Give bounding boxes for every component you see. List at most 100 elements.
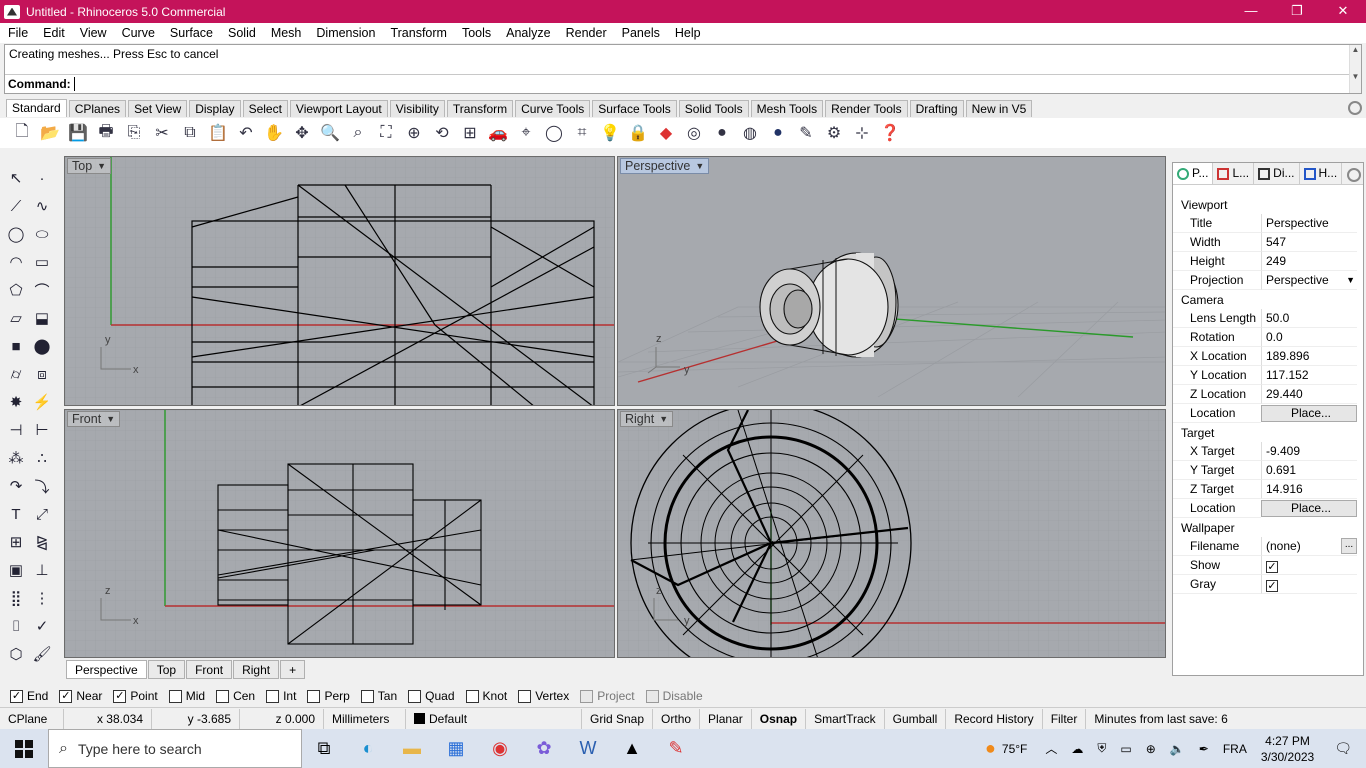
panel-gear-icon[interactable] [1347,168,1361,182]
four-viewports-icon[interactable]: ⊞ [458,121,482,145]
osnap-near[interactable]: ✓ Near [59,689,102,703]
prop-y-location-value[interactable]: 117.152 [1261,366,1357,385]
toggle-record-history[interactable]: Record History [946,708,1043,729]
save-icon[interactable]: 💾 [66,121,90,145]
taskbar-search[interactable]: ⌕ Type here to search [48,729,302,768]
settings-icon[interactable]: ⚙ [822,121,846,145]
filename-field[interactable]: (none)... [1261,537,1357,556]
chevron-down-icon[interactable]: ▼ [1346,271,1355,289]
osnap-point[interactable]: ✓ Point [113,689,158,703]
tab-transform[interactable]: Transform [446,100,514,117]
viewport-perspective-label[interactable]: Perspective ▼ [620,158,710,174]
tab-solid-tools[interactable]: Solid Tools [678,100,749,117]
add-viewport-tab-button[interactable]: + [280,660,306,679]
osnap-end[interactable]: ✓ End [10,689,48,703]
osnap-knot-checkbox[interactable] [465,689,479,703]
render-icon[interactable]: ● [766,121,790,145]
tab-standard[interactable]: Standard [6,99,67,117]
tab-viewport-layout[interactable]: Viewport Layout [289,100,388,117]
group-icon[interactable]: ⁂ [4,446,28,470]
prop-z-location-value[interactable]: 29.440 [1261,385,1357,404]
status-cplane[interactable]: CPlane [0,708,64,729]
osnap-project[interactable]: Project [580,689,635,703]
osnap-end-checkbox[interactable]: ✓ [10,689,23,703]
move-icon[interactable]: ✥ [290,121,314,145]
grid-icon[interactable]: ⊹ [850,121,874,145]
gear-icon[interactable] [1348,101,1362,115]
print-icon[interactable]: 🖶 [94,121,118,145]
language-indicator[interactable]: FRA [1223,742,1247,756]
lock-icon[interactable]: 🔒 [626,121,650,145]
vtab-perspective[interactable]: Perspective [66,660,147,679]
solid-box-icon[interactable]: ▣ [4,558,28,582]
ghosted-icon[interactable]: ⌖ [514,121,538,145]
osnap-vertex-checkbox[interactable] [518,689,532,703]
help-icon[interactable]: ❓ [878,121,902,145]
osnap-tan[interactable]: Tan [360,689,397,703]
mesh-icon[interactable]: ⧈ [30,362,54,386]
osnap-knot[interactable]: Knot [465,689,507,703]
status-units[interactable]: Millimeters [324,708,406,729]
menu-mesh[interactable]: Mesh [263,26,309,40]
car-icon[interactable]: 🚗 [486,121,510,145]
new-icon[interactable]: 🗋 [10,121,34,145]
projection-select[interactable]: Perspective ▼ [1261,271,1357,290]
prop-height-value[interactable]: 249 [1261,252,1357,271]
osnap-int-checkbox[interactable] [266,689,280,703]
circle-tool-icon[interactable]: ◯ [4,222,28,246]
fillet-icon[interactable]: ⌒ [30,278,54,302]
status-layer[interactable]: Default [406,708,582,729]
chevron-down-icon[interactable]: ▼ [659,414,668,424]
boolean-icon[interactable]: ⬤ [30,334,54,358]
viewport-right-label[interactable]: Right ▼ [620,411,674,427]
windows-start-button[interactable] [0,729,48,768]
viewport-front[interactable]: z x Front ▼ [64,409,615,658]
layer-icon[interactable]: ◆ [654,121,678,145]
offset-icon[interactable]: ↷ [4,474,28,498]
zoom-icon[interactable]: 🔍 [318,121,342,145]
menu-dimension[interactable]: Dimension [308,26,382,40]
tab-render-tools[interactable]: Render Tools [825,100,908,117]
open-icon[interactable]: 📂 [38,121,62,145]
tab-properties[interactable]: P... [1173,163,1214,184]
osnap-vertex[interactable]: Vertex [518,689,569,703]
pan-icon[interactable]: ✋ [262,121,286,145]
ellipse-icon[interactable]: ⬭ [30,222,54,246]
osnap-perp-checkbox[interactable] [307,689,321,703]
polyline-icon[interactable]: ⟋ [4,194,28,218]
menu-surface[interactable]: Surface [162,26,220,40]
paste-icon[interactable]: 📋 [206,121,230,145]
osnap-cen[interactable]: Cen [216,689,255,703]
sphere-render-icon[interactable]: ◍ [738,121,762,145]
prop-z-target-value[interactable]: 14.916 [1261,480,1357,499]
array-icon[interactable]: ⊞ [4,530,28,554]
camera-place-button[interactable]: Place... [1261,405,1357,422]
import-icon[interactable]: ⎘ [122,121,146,145]
network-icon[interactable]: ⊕ [1146,742,1156,756]
circle-icon[interactable]: ◯ [542,121,566,145]
notification-icon[interactable]: 🗨 [1334,740,1352,757]
menu-analyze[interactable]: Analyze [498,26,557,40]
vtab-top[interactable]: Top [147,660,186,679]
target-place-button[interactable]: Place... [1261,500,1357,517]
close-button[interactable]: ✕ [1320,0,1366,23]
color-wheel-icon[interactable]: ◎ [682,121,706,145]
menu-view[interactable]: View [72,26,114,40]
scale-icon[interactable]: ⤢ [30,502,54,526]
toggle-osnap[interactable]: Osnap [752,708,807,729]
menu-panels[interactable]: Panels [614,26,667,40]
minimize-button[interactable]: — [1228,0,1274,23]
onedrive-icon[interactable]: ☁ [1071,742,1083,756]
copilot-icon[interactable]: ✿ [522,729,566,768]
restore-button[interactable]: ❐ [1274,0,1320,23]
command-scrollbar[interactable]: ▲ ▼ [1349,45,1361,93]
store-icon[interactable]: ▦ [434,729,478,768]
gray-checkbox[interactable]: ✓ [1266,580,1278,592]
taskbar-clock[interactable]: 4:27 PM 3/30/2023 [1261,733,1314,765]
material-icon[interactable]: ● [710,121,734,145]
project-icon[interactable]: ⤵ [30,474,54,498]
prop-lens-length-value[interactable]: 50.0 [1261,309,1357,328]
copy-icon[interactable]: ⧉ [178,121,202,145]
vtab-front[interactable]: Front [186,660,233,679]
menu-solid[interactable]: Solid [220,26,263,40]
